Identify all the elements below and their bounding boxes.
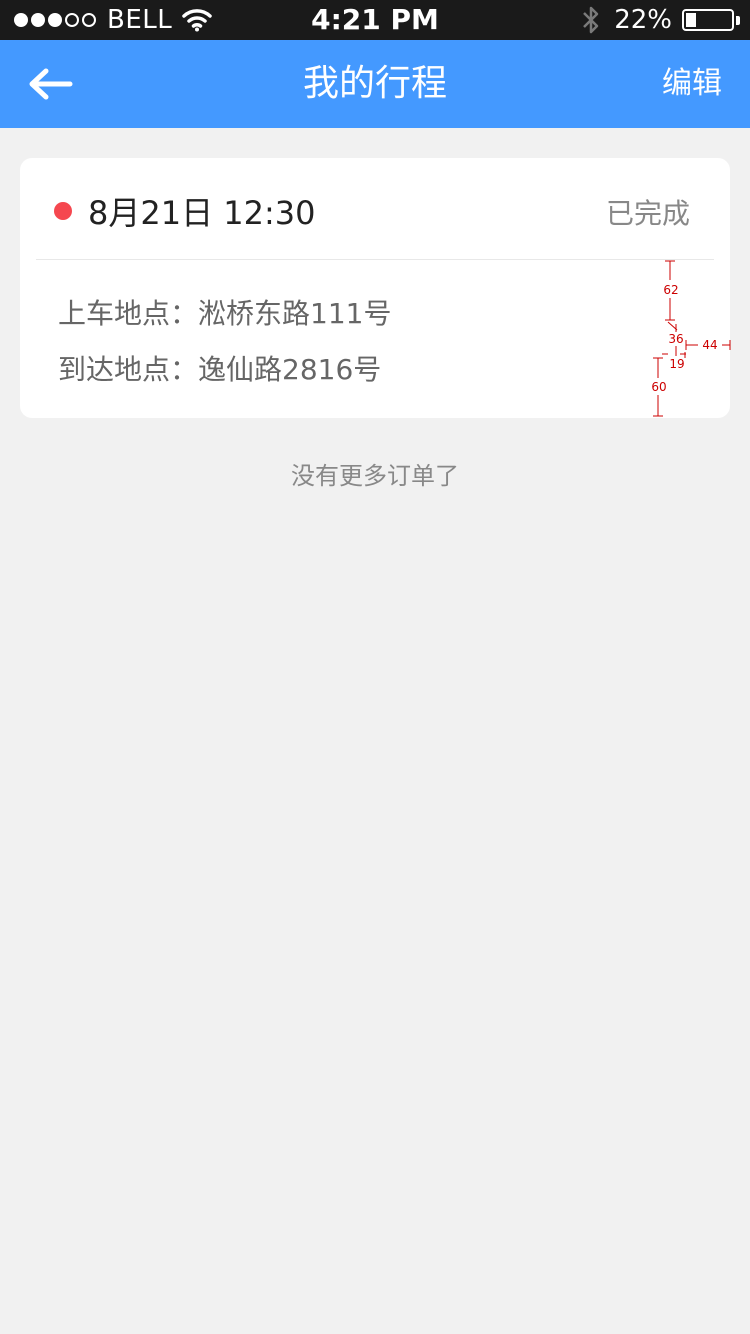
divider <box>36 259 714 260</box>
battery-percent: 22% <box>614 5 672 35</box>
battery-tip-icon <box>736 15 740 25</box>
trip-datetime: 8月21日 12:30 <box>88 194 316 232</box>
page-title: 我的行程 <box>302 63 447 104</box>
no-more-orders-text: 没有更多订单了 <box>291 462 459 490</box>
trip-card[interactable]: 8月21日 12:30 已完成 上车地点：淞桥东路111号 到达地点：逸仙路28… <box>20 158 730 418</box>
nav-bar: 我的行程 编辑 <box>0 40 750 128</box>
bluetooth-icon <box>583 6 599 34</box>
edit-button[interactable]: 编辑 <box>662 40 722 128</box>
status-dot-icon <box>54 202 72 220</box>
battery-icon <box>682 9 734 31</box>
annotation-62: 62 <box>663 283 678 297</box>
dropoff-location: 到达地点：逸仙路2816号 <box>58 353 382 386</box>
annotation-60: 60 <box>651 380 666 394</box>
trip-status-badge: 已完成 <box>605 197 690 230</box>
trip-card-header: 8月21日 12:30 已完成 <box>20 158 730 259</box>
pickup-location: 上车地点：淞桥东路111号 <box>58 297 392 330</box>
status-bar: BELL 4:21 PM 22% <box>0 0 750 40</box>
annotation-44: 44 <box>702 338 717 352</box>
annotation-36: 36 <box>668 332 683 346</box>
battery-level <box>686 13 696 27</box>
spacing-annotation: 62 36 44 19 60 <box>651 260 731 417</box>
status-right: 22% <box>580 0 740 40</box>
annotation-19: 19 <box>669 357 684 371</box>
